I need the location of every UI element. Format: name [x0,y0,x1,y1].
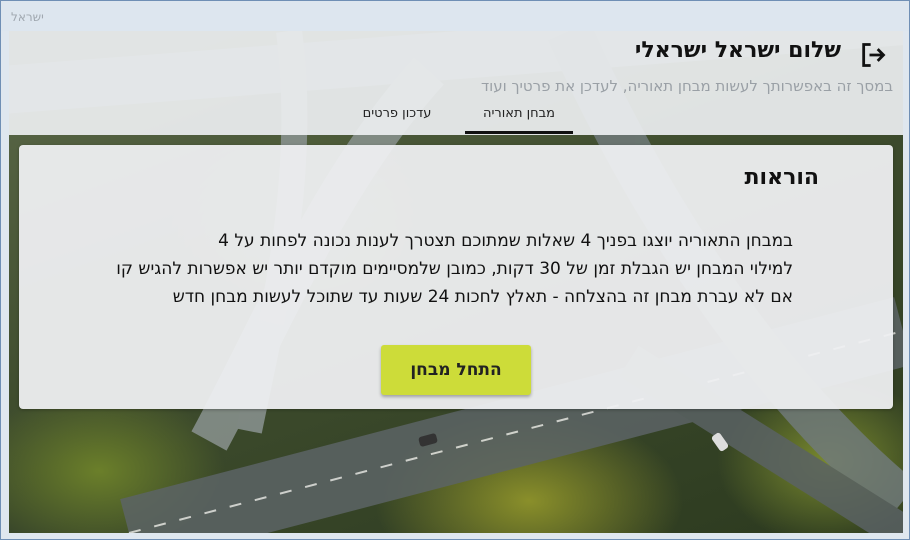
tab-update-details[interactable]: עדכון פרטים [343,99,451,131]
card-title: הוראות [744,165,819,190]
greeting-title: שלום ישראל ישראלי [634,38,841,63]
window-titlebar[interactable]: ישראל [1,1,909,31]
instruction-line: במבחן התאוריה יוצגו בפניך 4 שאלות שמתוכם… [218,231,793,251]
instruction-line: אם לא עברת מבחן זה בהצלחה - תאלץ לחכות 2… [172,287,793,307]
main-content: שלום ישראל ישראלי במסך זה באפשרותך לעשות… [9,31,903,533]
instruction-line: למילוי המבחן יש הגבלת זמן של 30 דקות, כמ… [116,259,793,279]
instructions-text: במבחן התאוריה יוצגו בפניך 4 שאלות שמתוכם… [33,227,793,311]
start-test-button[interactable]: התחל מבחן [381,345,531,395]
tab-bar: מבחן תאוריה עדכון פרטים [343,99,573,135]
window-title: ישראל [11,10,44,24]
header-subtitle: במסך זה באפשרותך לעשות מבחן תאוריה, לעדכ… [480,77,893,95]
app-window: ישראל שלום ישראל ישראלי במסך זה באפשרותך… [0,0,910,540]
tab-theory-test[interactable]: מבחן תאוריה [465,99,573,134]
app-header: שלום ישראל ישראלי במסך זה באפשרותך לעשות… [9,31,903,135]
logout-icon[interactable] [859,41,887,69]
instructions-card: הוראות במבחן התאוריה יוצגו בפניך 4 שאלות… [19,145,893,409]
